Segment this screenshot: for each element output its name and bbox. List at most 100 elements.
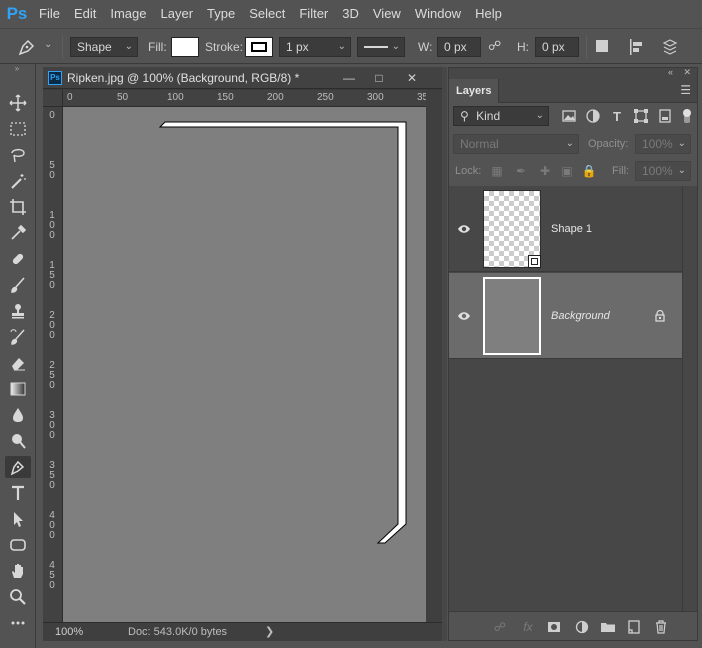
brush-tool-icon[interactable] bbox=[5, 274, 31, 296]
dodge-tool-icon[interactable] bbox=[5, 430, 31, 452]
eraser-tool-icon[interactable] bbox=[5, 352, 31, 374]
path-alignment-icon[interactable] bbox=[628, 37, 646, 57]
collapse-icon[interactable]: « bbox=[668, 67, 673, 77]
document-tab[interactable]: Ps Ripken.jpg @ 100% (Background, RGB/8)… bbox=[43, 67, 442, 89]
ruler-label: 4 5 0 bbox=[49, 560, 55, 591]
rectangle-tool-icon[interactable] bbox=[5, 534, 31, 556]
add-mask-icon[interactable] bbox=[545, 618, 563, 636]
status-menu-arrow-icon[interactable]: ❯ bbox=[265, 623, 274, 641]
healing-brush-tool-icon[interactable] bbox=[5, 248, 31, 270]
clone-stamp-tool-icon[interactable] bbox=[5, 300, 31, 322]
close-icon[interactable]: ✕ bbox=[683, 67, 691, 78]
new-layer-icon[interactable] bbox=[625, 618, 643, 636]
gradient-tool-icon[interactable] bbox=[5, 378, 31, 400]
stroke-swatch[interactable] bbox=[245, 37, 273, 57]
lock-transparent-pixels-icon[interactable]: ▦ bbox=[489, 163, 505, 179]
height-field[interactable]: 0 px bbox=[535, 37, 579, 57]
eye-icon[interactable] bbox=[457, 222, 471, 236]
trash-icon[interactable] bbox=[652, 618, 670, 636]
fill-swatch[interactable] bbox=[171, 37, 199, 57]
lock-position-icon[interactable]: ✚ bbox=[537, 163, 553, 179]
maximize-button[interactable]: □ bbox=[366, 67, 392, 89]
zoom-tool-icon[interactable] bbox=[5, 586, 31, 608]
new-adjustment-layer-icon[interactable] bbox=[573, 618, 591, 636]
history-brush-tool-icon[interactable] bbox=[5, 326, 31, 348]
stroke-width-field[interactable]: 1 px ⌄ bbox=[279, 37, 351, 57]
menu-image[interactable]: Image bbox=[103, 0, 153, 28]
ruler-label: 200 bbox=[267, 92, 284, 103]
layer-row-shape-1[interactable]: Shape 1 bbox=[449, 186, 682, 272]
close-button[interactable]: ✕ bbox=[399, 67, 425, 89]
path-selection-tool-icon[interactable] bbox=[5, 508, 31, 530]
menu-edit[interactable]: Edit bbox=[67, 0, 103, 28]
blend-mode-select[interactable]: Normal ⌄ bbox=[453, 134, 579, 154]
menu-select[interactable]: Select bbox=[242, 0, 292, 28]
tool-mode-select[interactable]: Shape ⌄ bbox=[70, 37, 138, 57]
filter-toggle-switch[interactable] bbox=[683, 109, 691, 123]
document-window: Ps Ripken.jpg @ 100% (Background, RGB/8)… bbox=[43, 67, 442, 641]
filter-pixel-layer-icon[interactable] bbox=[561, 108, 577, 124]
menu-layer[interactable]: Layer bbox=[154, 0, 201, 28]
minimize-button[interactable]: — bbox=[336, 67, 362, 89]
crop-tool-icon[interactable] bbox=[5, 196, 31, 218]
zoom-level[interactable]: 100% bbox=[55, 623, 83, 641]
tool-preset-picker[interactable]: ⌄ bbox=[16, 36, 56, 58]
menu-3d[interactable]: 3D bbox=[335, 0, 366, 28]
vector-mask-badge-icon bbox=[528, 255, 541, 268]
eyedropper-tool-icon[interactable] bbox=[5, 222, 31, 244]
layers-scrollbar[interactable] bbox=[682, 186, 697, 611]
ruler-origin[interactable] bbox=[43, 90, 63, 107]
layer-style-fx-icon[interactable]: fx bbox=[519, 618, 537, 636]
filter-shape-layer-icon[interactable] bbox=[633, 108, 649, 124]
fill-value: 100% bbox=[642, 164, 673, 178]
link-layers-icon[interactable]: ☍ bbox=[491, 618, 509, 636]
magic-wand-tool-icon[interactable] bbox=[5, 170, 31, 192]
link-icon[interactable]: ☍ bbox=[488, 38, 501, 58]
menu-window[interactable]: Window bbox=[408, 0, 468, 28]
filter-type-layer-icon[interactable]: T bbox=[609, 108, 625, 124]
document-info[interactable]: Doc: 543.0K/0 bytes bbox=[128, 623, 227, 641]
menu-file[interactable]: File bbox=[32, 0, 67, 28]
layer-filter-kind[interactable]: ⚲ Kind ⌄ bbox=[453, 106, 549, 126]
width-field[interactable]: 0 px bbox=[437, 37, 481, 57]
ruler-label: 100 bbox=[167, 92, 184, 103]
layer-name[interactable]: Shape 1 bbox=[551, 186, 592, 272]
new-group-folder-icon[interactable] bbox=[599, 618, 617, 636]
panel-menu-icon[interactable]: ☰ bbox=[680, 83, 691, 97]
fill-field[interactable]: 100% ⌄ bbox=[635, 161, 691, 181]
shape-path[interactable] bbox=[63, 107, 426, 622]
hand-tool-icon[interactable] bbox=[5, 560, 31, 582]
lasso-tool-icon[interactable] bbox=[5, 144, 31, 166]
vertical-scrollbar[interactable] bbox=[426, 90, 442, 622]
menu-view[interactable]: View bbox=[366, 0, 408, 28]
type-tool-icon[interactable] bbox=[5, 482, 31, 504]
pen-tool-icon[interactable] bbox=[5, 456, 31, 478]
horizontal-ruler[interactable]: 0 50 100 150 200 250 300 35 bbox=[63, 90, 426, 107]
blur-tool-icon[interactable] bbox=[5, 404, 31, 426]
filter-smart-object-icon[interactable] bbox=[657, 108, 673, 124]
filter-adjustment-layer-icon[interactable] bbox=[585, 108, 601, 124]
more-tools-icon[interactable] bbox=[5, 612, 31, 634]
path-arrangement-icon[interactable] bbox=[660, 37, 682, 57]
lock-artboard-icon[interactable]: ▣ bbox=[559, 163, 575, 179]
marquee-tool-icon[interactable] bbox=[5, 118, 31, 140]
vertical-ruler[interactable]: 0 5 0 1 0 0 1 5 0 2 0 0 2 5 0 3 0 0 3 5 … bbox=[43, 107, 63, 622]
lock-all-icon[interactable]: 🔒 bbox=[581, 163, 597, 179]
tab-layers[interactable]: Layers bbox=[449, 79, 499, 103]
lock-icon bbox=[655, 310, 665, 322]
move-tool-icon[interactable] bbox=[5, 92, 31, 114]
menu-type[interactable]: Type bbox=[200, 0, 242, 28]
fill-label: Fill: bbox=[612, 165, 630, 177]
layer-row-background[interactable]: Background bbox=[449, 273, 682, 359]
menu-filter[interactable]: Filter bbox=[292, 0, 335, 28]
menu-help[interactable]: Help bbox=[468, 0, 509, 28]
stroke-type-select[interactable]: ⌄ bbox=[357, 37, 405, 57]
panel-grip[interactable]: » bbox=[0, 64, 35, 74]
path-operations-icon[interactable] bbox=[596, 40, 608, 52]
document-canvas[interactable] bbox=[63, 107, 426, 622]
eye-icon[interactable] bbox=[457, 309, 471, 323]
opacity-field[interactable]: 100% ⌄ bbox=[635, 134, 691, 154]
lock-image-pixels-icon[interactable]: ✒ bbox=[513, 163, 529, 179]
layer-name[interactable]: Background bbox=[551, 273, 610, 359]
opacity-value: 100% bbox=[642, 137, 673, 151]
